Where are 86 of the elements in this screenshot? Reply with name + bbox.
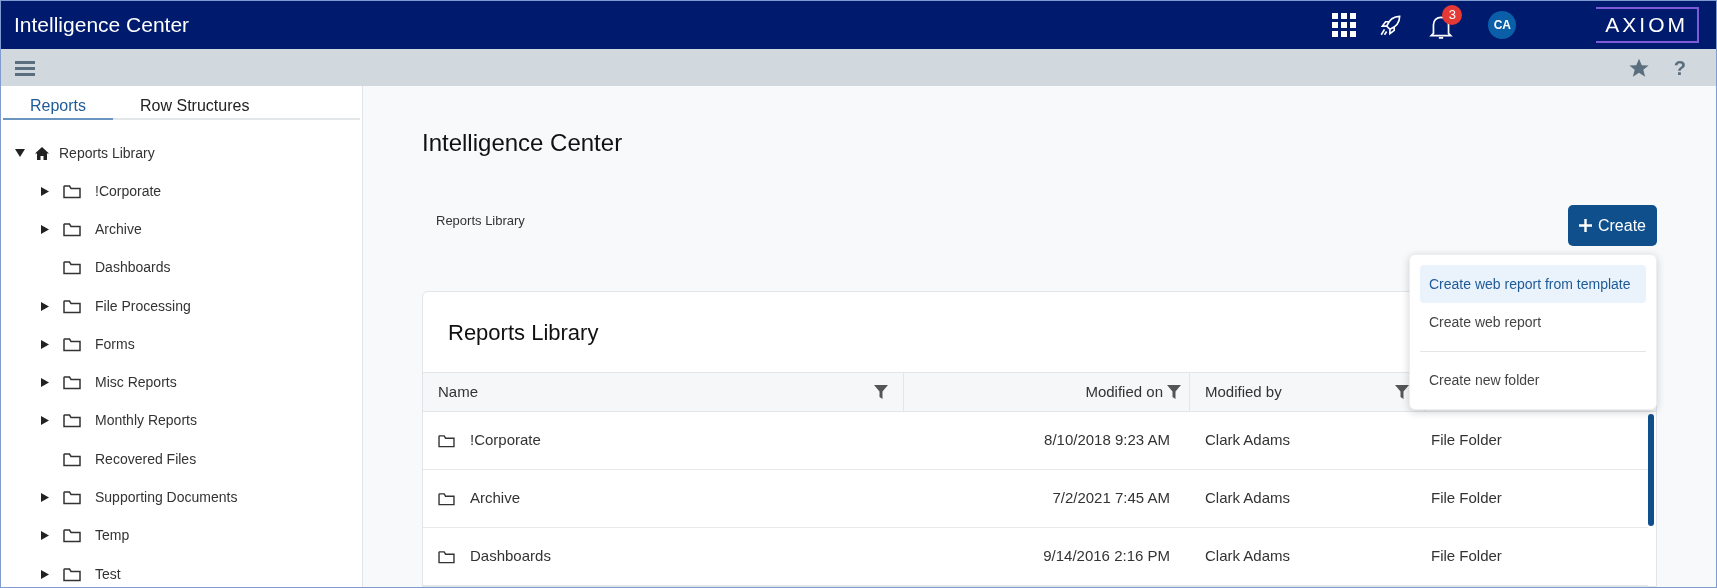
expand-caret-icon[interactable] bbox=[41, 339, 49, 349]
table-cell: Clark Adams bbox=[1205, 489, 1291, 507]
filter-icon[interactable] bbox=[1167, 385, 1181, 399]
app-grid-icon[interactable] bbox=[1332, 13, 1357, 37]
expand-caret-icon[interactable] bbox=[41, 416, 49, 426]
folder-icon bbox=[63, 413, 81, 429]
table-cell: Clark Adams bbox=[1205, 547, 1291, 565]
menu-item[interactable]: Create web report from template bbox=[1420, 265, 1646, 303]
table-cell: File Folder bbox=[1431, 547, 1502, 565]
tree-row[interactable]: File Processing bbox=[15, 286, 362, 326]
tree-item[interactable]: File Processing bbox=[95, 295, 191, 317]
table-row[interactable]: Archive 7/2/2021 7:45 AM Clark Adams File Folder bbox=[423, 470, 1648, 528]
folder-icon bbox=[63, 490, 81, 505]
tree-row[interactable]: Monthly Reports bbox=[15, 401, 362, 441]
tree-item[interactable]: Forms bbox=[95, 333, 135, 355]
folder-icon bbox=[63, 336, 81, 352]
folder-icon bbox=[63, 375, 81, 391]
folder-icon bbox=[438, 433, 455, 448]
tree-item[interactable]: Dashboards bbox=[95, 257, 171, 279]
folder-icon bbox=[63, 528, 81, 544]
page-title: Intelligence Center bbox=[422, 128, 624, 158]
expand-caret-icon[interactable] bbox=[41, 224, 49, 234]
tree-item[interactable]: Temp bbox=[95, 525, 130, 547]
tree-row[interactable]: !Corporate bbox=[15, 172, 362, 211]
expand-caret-icon[interactable] bbox=[41, 186, 49, 196]
tree-item[interactable]: Test bbox=[95, 563, 121, 585]
tree-row[interactable]: Archive bbox=[15, 210, 362, 249]
table-cell-text: Archive bbox=[470, 488, 521, 509]
sidebar-tab[interactable]: Row Structures bbox=[113, 94, 277, 120]
menu-icon[interactable] bbox=[15, 59, 35, 76]
tree-row[interactable]: Temp bbox=[15, 516, 362, 555]
table-cell-text: 9/14/2016 2:16 PM bbox=[1043, 546, 1170, 567]
folder-icon bbox=[63, 183, 81, 199]
table-row[interactable]: !Corporate 8/10/2018 9:23 AM Clark Adams File Folder bbox=[423, 412, 1648, 470]
tree-row[interactable]: Forms bbox=[15, 325, 362, 364]
tree-row[interactable]: Supporting Documents bbox=[15, 478, 362, 517]
folder-icon bbox=[63, 260, 81, 276]
expand-caret-icon[interactable] bbox=[41, 531, 49, 541]
menu-item[interactable]: Create new folder bbox=[1420, 351, 1646, 399]
expand-caret-icon[interactable] bbox=[41, 493, 49, 502]
tree-row[interactable]: Misc Reports bbox=[15, 363, 362, 402]
folder-icon bbox=[63, 298, 81, 314]
tree-item[interactable]: Supporting Documents bbox=[95, 487, 238, 508]
table-cell: File Folder bbox=[1431, 431, 1502, 449]
table-cell-text: !Corporate bbox=[470, 430, 541, 451]
table-cell-text: 8/10/2018 9:23 AM bbox=[1044, 430, 1170, 451]
expand-caret-icon[interactable] bbox=[41, 301, 49, 311]
tree-item[interactable]: Archive bbox=[95, 218, 142, 240]
table-cell-text: 7/2/2021 7:45 AM bbox=[1052, 488, 1170, 509]
help-icon[interactable]: ? bbox=[1673, 52, 1686, 83]
tree-item[interactable]: Recovered Files bbox=[95, 448, 197, 470]
folder-icon bbox=[438, 549, 455, 564]
card-title: Reports Library bbox=[448, 318, 599, 347]
collapse-caret-icon[interactable] bbox=[15, 148, 25, 158]
tree-row[interactable]: Test bbox=[15, 554, 362, 587]
folder-icon bbox=[63, 566, 81, 582]
table-cell: File Folder bbox=[1431, 489, 1502, 507]
filter-icon[interactable] bbox=[874, 385, 888, 399]
column-header[interactable]: Name bbox=[423, 373, 904, 411]
sidebar-tab[interactable]: Reports bbox=[3, 94, 114, 120]
app-title: Intelligence Center bbox=[14, 12, 190, 39]
table-cell: Clark Adams bbox=[1205, 431, 1291, 449]
tree-item[interactable]: Reports Library bbox=[59, 142, 155, 164]
tree-item[interactable]: !Corporate bbox=[95, 180, 162, 202]
tree-item[interactable]: Monthly Reports bbox=[95, 410, 197, 432]
filter-icon[interactable] bbox=[1395, 385, 1409, 399]
expand-caret-icon[interactable] bbox=[41, 378, 49, 388]
folder-icon bbox=[438, 491, 455, 506]
breadcrumb[interactable]: Reports Library bbox=[436, 211, 525, 231]
expand-caret-icon[interactable] bbox=[41, 569, 49, 579]
table-row[interactable]: Dashboards 9/14/2016 2:16 PM Clark Adams File Folder bbox=[423, 528, 1648, 586]
tree-row[interactable]: Recovered Files bbox=[15, 440, 362, 479]
menu-item[interactable]: Create web report bbox=[1420, 303, 1646, 341]
folder-icon bbox=[63, 451, 81, 467]
create-button[interactable]: Create bbox=[1567, 205, 1657, 246]
user-avatar[interactable]: CA bbox=[1488, 11, 1517, 39]
tree-row[interactable]: Dashboards bbox=[15, 248, 362, 287]
notification-badge: 3 bbox=[1442, 5, 1463, 25]
column-header[interactable]: Modified on bbox=[904, 373, 1190, 411]
scrollbar[interactable] bbox=[1648, 414, 1654, 526]
logo: AXIOM bbox=[1596, 7, 1699, 43]
tree-item[interactable]: Misc Reports bbox=[95, 372, 177, 394]
plus-icon bbox=[1578, 219, 1592, 232]
folder-icon bbox=[63, 221, 81, 237]
home-icon bbox=[35, 146, 49, 160]
table-cell-text: Dashboards bbox=[470, 546, 551, 567]
